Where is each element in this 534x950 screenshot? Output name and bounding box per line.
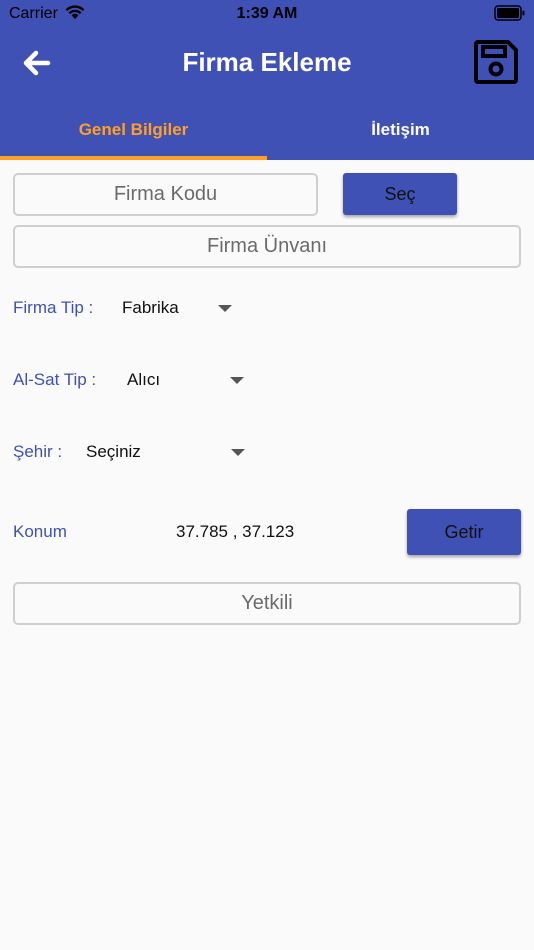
tab-indicator [0,156,267,160]
yetkili-input[interactable]: Yetkili [13,582,521,625]
firma-tip-value[interactable]: Fabrika [122,298,179,318]
battery-icon [494,5,526,26]
sehir-dropdown-icon[interactable] [231,449,245,456]
konum-value: 37.785 , 37.123 [176,522,295,541]
al-sat-tip-value[interactable]: Alıcı [127,370,160,390]
app-bar: Carrier 1:39 AM Firma Ekleme Genel Bilgi… [0,0,534,160]
al-sat-tip-dropdown-icon[interactable] [230,377,244,384]
firma-tip-label: Firma Tip : [13,298,94,317]
save-button[interactable] [472,38,520,86]
status-bar: Carrier 1:39 AM [0,0,534,28]
floppy-disk-icon [474,40,518,84]
tab-bar: Genel Bilgiler İletişim [0,100,534,160]
sehir-label: Şehir : [13,442,63,461]
al-sat-tip-label: Al-Sat Tip : [13,370,97,389]
status-time: 1:39 AM [236,5,298,22]
tab-genel-bilgiler[interactable]: Genel Bilgiler [0,100,267,160]
sehir-value[interactable]: Seçiniz [86,442,141,462]
firma-tip-dropdown-icon[interactable] [218,305,232,312]
firma-unvani-input[interactable]: Firma Ünvanı [13,225,521,268]
page-title: Firma Ekleme [182,47,352,77]
sec-button[interactable]: Seç [343,173,457,215]
firma-kodu-input[interactable]: Firma Kodu [13,173,318,216]
tab-iletisim[interactable]: İletişim [267,100,534,160]
konum-label: Konum [13,522,67,541]
getir-button[interactable]: Getir [407,509,521,555]
